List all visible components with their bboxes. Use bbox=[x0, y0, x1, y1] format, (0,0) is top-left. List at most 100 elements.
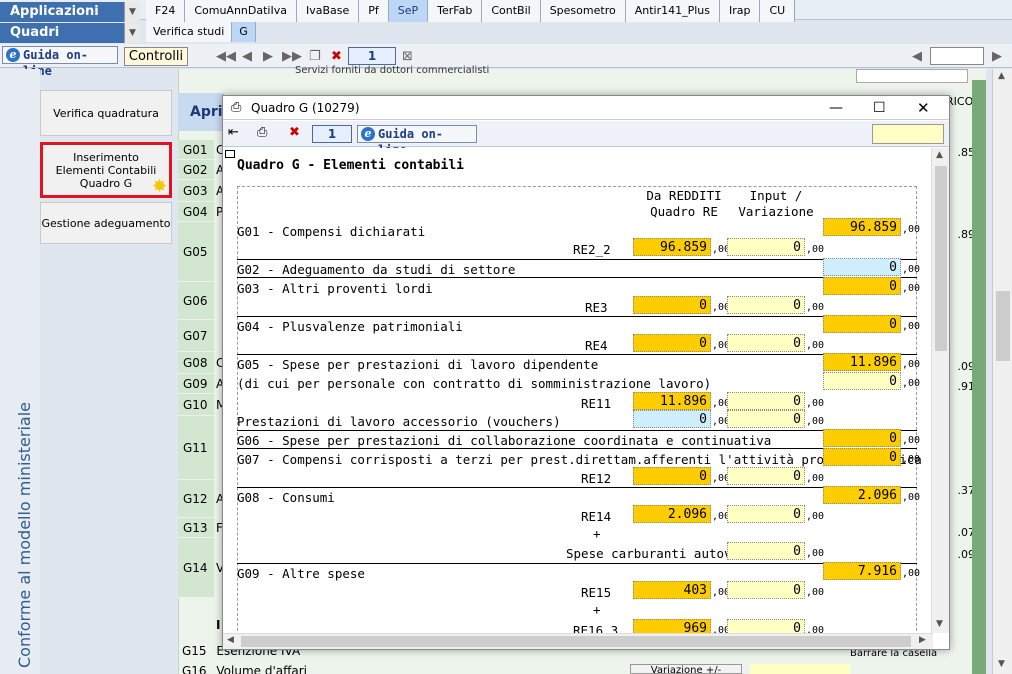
g07-total[interactable]: 0 bbox=[823, 448, 901, 466]
minimize-icon[interactable]: — bbox=[829, 96, 843, 120]
g03-total[interactable]: 0 bbox=[823, 277, 901, 295]
dialog-scroll-thumb[interactable] bbox=[935, 166, 947, 351]
search-box[interactable] bbox=[930, 47, 984, 65]
g04-redditi-value[interactable]: 0 bbox=[633, 334, 711, 352]
scroll-up-icon[interactable]: ▲ bbox=[998, 71, 1005, 81]
g16-row: G16 Volume d'affari bbox=[182, 664, 307, 674]
guida-online-button[interactable]: eGuida on-line bbox=[2, 46, 118, 78]
tab-terfab[interactable]: TerFab bbox=[428, 0, 483, 22]
copy-icon[interactable]: ❐ bbox=[309, 49, 321, 64]
dialog-titlebar: ⎙ Quadro G (10279) — ☐ ✕ bbox=[223, 96, 949, 120]
delete-icon[interactable]: ✖ bbox=[289, 125, 300, 140]
g03-redditi-value[interactable]: 0 bbox=[633, 296, 711, 314]
chevron-down-icon[interactable]: ▼ bbox=[124, 23, 140, 43]
next-arrow-icon[interactable]: ▶ bbox=[992, 49, 1002, 64]
scroll-up-icon[interactable]: ▲ bbox=[936, 150, 943, 160]
g02-total[interactable]: 0 bbox=[823, 258, 901, 276]
dialog-note-field[interactable] bbox=[872, 124, 944, 144]
g03-total-decimals: ,00 bbox=[902, 283, 921, 294]
exit-icon[interactable]: ⇤ bbox=[228, 125, 239, 140]
g08-redditi-value[interactable]: 2.096 bbox=[633, 505, 711, 523]
variazione-button[interactable]: Variazione +/- bbox=[630, 664, 742, 674]
g05-vouchers-value[interactable]: 0 bbox=[633, 410, 711, 428]
g05-input[interactable]: 0 bbox=[727, 392, 805, 410]
print-icon[interactable]: ⎙ bbox=[257, 125, 267, 140]
applicazioni-dropdown[interactable]: Applicazioni ▼ bbox=[0, 2, 140, 22]
chevron-down-icon[interactable]: ▼ bbox=[124, 2, 140, 22]
g09-redditi-value[interactable]: 403 bbox=[633, 581, 711, 599]
subtab-verifica-studi[interactable]: Verifica studi bbox=[146, 22, 233, 42]
scroll-down-icon[interactable]: ▼ bbox=[998, 659, 1005, 669]
verifica-quadratura-button[interactable]: Verifica quadratura bbox=[40, 90, 172, 136]
main-scrollbar[interactable]: ▲ ▼ bbox=[992, 69, 1012, 674]
g04-total[interactable]: 0 bbox=[823, 315, 901, 333]
quadri-label: Quadri bbox=[10, 25, 60, 40]
bg-row-code: G09 bbox=[178, 374, 214, 394]
g07-source: RE12 bbox=[581, 471, 612, 486]
last-page-icon[interactable]: ▶▶ bbox=[282, 49, 302, 64]
g08-total[interactable]: 2.096 bbox=[823, 486, 901, 504]
quadri-dropdown[interactable]: Quadri ▼ bbox=[0, 23, 140, 43]
tab-ivabase[interactable]: IvaBase bbox=[296, 0, 360, 22]
delete-icon[interactable]: ✖ bbox=[331, 49, 342, 64]
g01-total[interactable]: 96.859 bbox=[823, 218, 901, 236]
g07-redditi-value[interactable]: 0 bbox=[633, 467, 711, 485]
bg-input[interactable] bbox=[750, 664, 850, 674]
g04-input[interactable]: 0 bbox=[727, 334, 805, 352]
dialog-guida-button[interactable]: eGuida on-line bbox=[357, 125, 477, 157]
g05-total[interactable]: 11.896 bbox=[823, 353, 901, 371]
apri-label[interactable]: Apri bbox=[178, 93, 224, 131]
tab-pf[interactable]: Pf bbox=[359, 0, 389, 22]
tab-antir141_plus[interactable]: Antir141_Plus bbox=[625, 0, 720, 22]
tab-irap[interactable]: Irap bbox=[719, 0, 761, 22]
dialog-hscroll-thumb[interactable] bbox=[241, 636, 911, 647]
g08-input[interactable]: 0 bbox=[727, 505, 805, 523]
prev-arrow-icon[interactable]: ◀ bbox=[912, 49, 922, 64]
bg-row-code: G10 bbox=[178, 394, 214, 416]
dialog-page-number[interactable]: 1 bbox=[312, 125, 352, 143]
g01-redditi-value[interactable]: 96.859 bbox=[633, 238, 711, 256]
controlli-button[interactable]: Controlli bbox=[124, 47, 188, 66]
maximize-icon[interactable]: ☐ bbox=[873, 96, 886, 120]
prev-page-icon[interactable]: ◀ bbox=[242, 49, 252, 64]
g09-input[interactable]: 0 bbox=[727, 581, 805, 599]
g08-label: G08 - Consumi bbox=[237, 490, 335, 505]
dialog-scrollbar[interactable]: ▲ ▼ bbox=[931, 148, 949, 633]
close-icon[interactable]: ✕ bbox=[917, 96, 930, 120]
rico-label: RICO bbox=[946, 95, 974, 108]
g09-input2[interactable]: 0 bbox=[727, 619, 805, 633]
g03-input[interactable]: 0 bbox=[727, 296, 805, 314]
tab-sep[interactable]: SeP bbox=[388, 0, 429, 22]
g05-vouchers-input[interactable]: 0 bbox=[727, 410, 805, 428]
first-page-icon[interactable]: ◀◀ bbox=[216, 49, 236, 64]
col1-line2: Quadro RE bbox=[650, 204, 718, 219]
tab-contbil[interactable]: ContBil bbox=[482, 0, 541, 22]
g05-redditi-value[interactable]: 11.896 bbox=[633, 392, 711, 410]
g09-total[interactable]: 7.916 bbox=[823, 562, 901, 580]
g07-input[interactable]: 0 bbox=[727, 467, 805, 485]
g05-subtotal[interactable]: 0 bbox=[823, 372, 901, 390]
g05-source: RE11 bbox=[581, 396, 612, 411]
g09-redditi-value2[interactable]: 969 bbox=[633, 619, 711, 633]
scroll-down-icon[interactable]: ▼ bbox=[936, 619, 943, 629]
g08-carburanti-input[interactable]: 0 bbox=[727, 542, 805, 560]
clear-icon[interactable]: ⊠ bbox=[402, 49, 413, 64]
g09-plus: + bbox=[593, 602, 601, 617]
subtab-g[interactable]: G bbox=[232, 22, 256, 42]
g02-total-decimals: ,00 bbox=[902, 264, 921, 275]
g06-total[interactable]: 0 bbox=[823, 429, 901, 447]
tab-cu[interactable]: CU bbox=[760, 0, 796, 22]
page-number[interactable]: 1 bbox=[348, 47, 396, 65]
tab-spesometro[interactable]: Spesometro bbox=[540, 0, 626, 22]
tab-comuanndatiiva[interactable]: ComuAnnDatiIva bbox=[185, 0, 297, 22]
tab-f24[interactable]: F24 bbox=[146, 0, 186, 22]
g01-input[interactable]: 0 bbox=[727, 238, 805, 256]
scroll-left-icon[interactable]: ◀ bbox=[227, 635, 234, 645]
dialog-hscrollbar[interactable]: ◀ ▶ bbox=[223, 633, 933, 649]
scroll-right-icon[interactable]: ▶ bbox=[919, 635, 926, 645]
g04-label: G04 - Plusvalenze patrimoniali bbox=[237, 319, 463, 334]
scroll-thumb[interactable] bbox=[996, 291, 1010, 361]
next-page-icon[interactable]: ▶ bbox=[263, 49, 273, 64]
row-divider bbox=[237, 259, 917, 260]
gestione-adeguamento-button[interactable]: Gestione adeguamento bbox=[40, 202, 172, 244]
